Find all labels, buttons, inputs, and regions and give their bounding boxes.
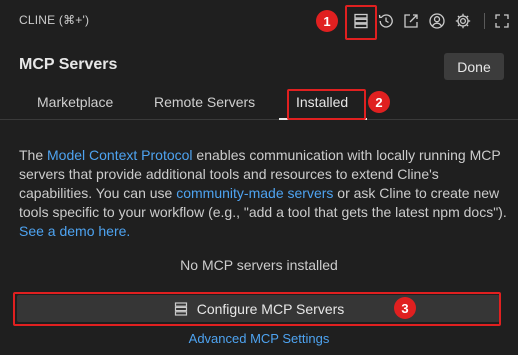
annotation-highlight-installed-tab: [287, 89, 366, 120]
annotation-badge-3: 3: [394, 297, 416, 319]
empty-state-message: No MCP servers installed: [180, 257, 338, 273]
popout-icon[interactable]: [401, 11, 421, 31]
annotation-badge-1: 1: [316, 10, 338, 32]
demo-link[interactable]: See a demo here.: [19, 223, 130, 239]
community-servers-link[interactable]: community-made servers: [176, 185, 333, 201]
annotation-highlight-mcp-icon: [345, 5, 377, 40]
top-bar: CLINE (⌘+') 1: [0, 0, 518, 44]
account-icon[interactable]: [427, 11, 447, 31]
annotation-highlight-configure-button: [13, 292, 501, 326]
advanced-mcp-settings-link[interactable]: Advanced MCP Settings: [0, 331, 518, 346]
page-title: MCP Servers: [19, 56, 118, 73]
annotation-badge-2: 2: [368, 91, 390, 113]
app-title: CLINE (⌘+'): [19, 13, 90, 27]
settings-icon[interactable]: [453, 11, 473, 31]
fullscreen-icon[interactable]: [492, 11, 512, 31]
toolbar-divider: [484, 13, 485, 29]
history-icon[interactable]: [376, 11, 396, 31]
tab-remote-servers[interactable]: Remote Servers: [154, 94, 255, 110]
mcp-description: The Model Context Protocol enables commu…: [19, 147, 507, 239]
tab-bar: Marketplace Remote Servers Installed: [0, 86, 518, 120]
tab-marketplace[interactable]: Marketplace: [37, 94, 113, 110]
model-context-protocol-link[interactable]: Model Context Protocol: [47, 147, 193, 163]
done-button[interactable]: Done: [444, 53, 504, 80]
